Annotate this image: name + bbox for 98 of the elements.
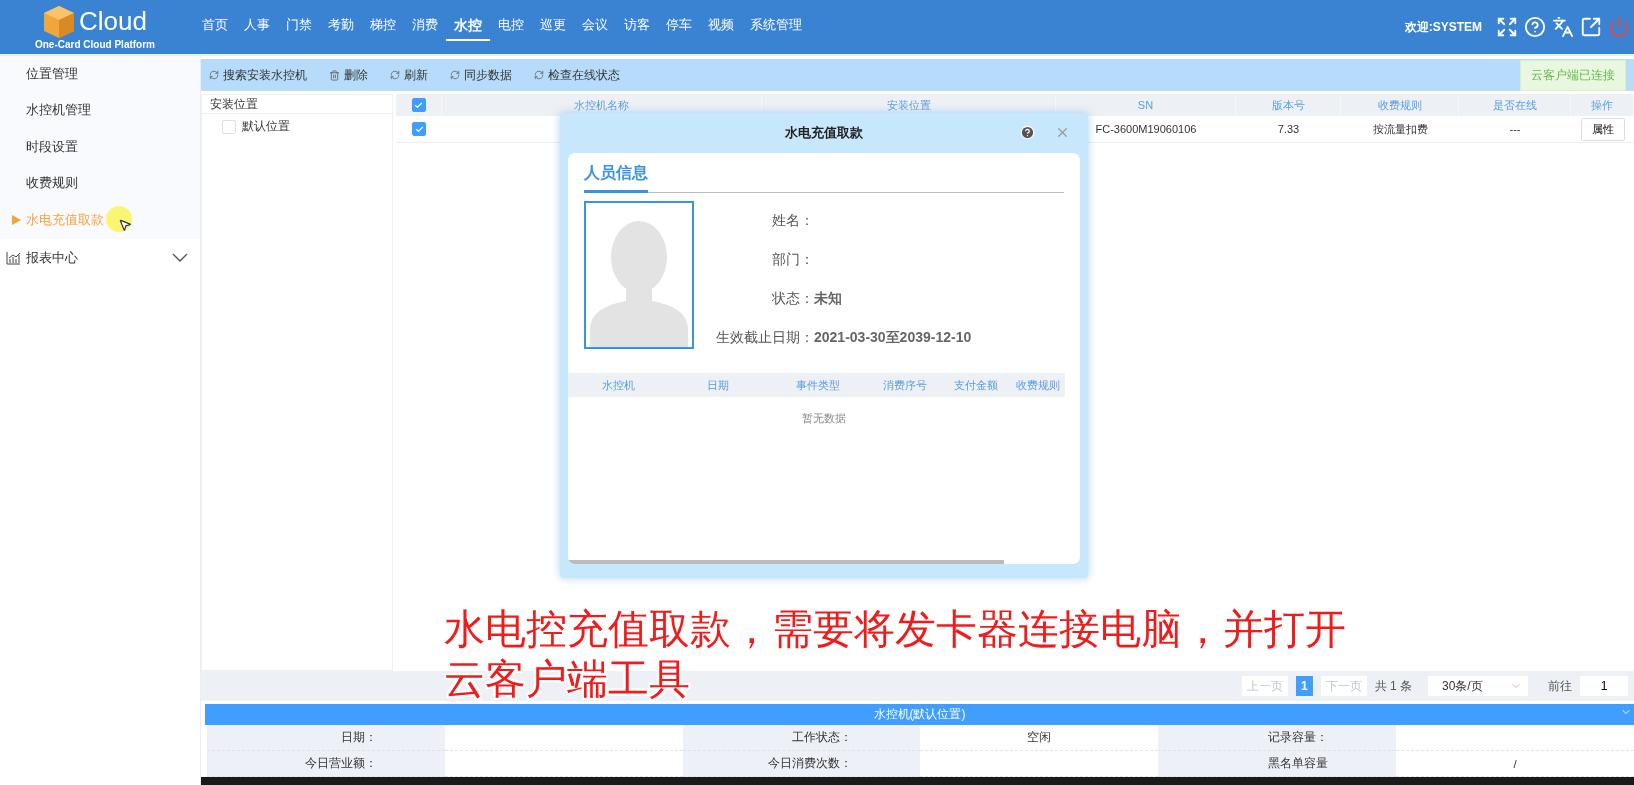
group-label: 报表中心 (26, 248, 79, 267)
column-header: 日期 (668, 373, 768, 397)
column-header: 操作 (1571, 94, 1634, 116)
column-header: 消费序号 (868, 373, 942, 397)
field-value: 2021-03-30至2039-12-10 (814, 328, 972, 347)
properties-button[interactable]: 属性 (1580, 117, 1625, 141)
detail-label: 记录容量： (1158, 725, 1397, 751)
sidebar-item[interactable]: 时段设置 (0, 129, 200, 166)
page-size-select[interactable]: 30条/页 (1428, 676, 1528, 696)
column-header: 收费规则 (1341, 94, 1459, 116)
detail-label: 日期： (207, 725, 445, 751)
nav-tab[interactable]: 首页 (194, 13, 236, 41)
toolbar-button[interactable]: 同步数据 (450, 66, 512, 84)
nav-tab[interactable]: 人事 (236, 13, 278, 41)
total-count: 共 1 条 (1374, 677, 1412, 695)
scrollbar[interactable] (568, 560, 1004, 564)
caption-line: 云客户端工具 (444, 655, 690, 704)
tab[interactable]: 人员信息 (584, 163, 648, 193)
nav-tab[interactable]: 水控 (446, 13, 490, 41)
chart-icon (6, 250, 21, 265)
nav-tab[interactable]: 视频 (700, 13, 742, 41)
field-label: 姓名： (771, 211, 814, 230)
field-label: 状态： (771, 289, 814, 308)
column-header: 支付金额 (942, 373, 1010, 397)
column-header: 水控机 (568, 373, 668, 397)
column-header: SN (1056, 94, 1236, 116)
detail-label: 今日营业额： (207, 751, 445, 777)
table-cell: 7.33 (1277, 123, 1300, 135)
external-link-icon[interactable] (1580, 16, 1602, 38)
close-icon[interactable] (1055, 125, 1070, 140)
field-value: 未知 (814, 289, 842, 308)
detail-label: 黑名单容量 (1158, 751, 1397, 777)
dialog-title: 水电充值取款 (785, 124, 863, 142)
sidebar-item[interactable]: 收费规则 (0, 165, 200, 202)
sidebar-item[interactable]: 位置管理 (0, 56, 200, 93)
nav-tab[interactable]: 门禁 (278, 13, 320, 41)
nav-tab[interactable]: 消费 (404, 13, 446, 41)
trash-icon (329, 69, 340, 81)
help-icon[interactable] (1020, 125, 1035, 140)
table-cell: FC-3600M19060106 (1095, 123, 1197, 135)
check-icon (414, 124, 424, 134)
column-header: 安装位置 (762, 94, 1056, 116)
triangle-icon (12, 215, 21, 226)
table-cell: 按流量扣费 (1372, 121, 1428, 137)
goto-page-field[interactable]: 1 (1580, 676, 1628, 696)
sidebar-group[interactable]: 报表中心 (0, 238, 200, 277)
help-icon[interactable] (1524, 16, 1546, 38)
fullscreen-icon[interactable] (1496, 16, 1518, 38)
field-label: 生效截止日期： (715, 328, 814, 347)
toolbar-button[interactable]: 删除 (329, 66, 368, 84)
toolbar-button[interactable]: 刷新 (390, 66, 428, 84)
welcome-text: 欢迎:SYSTEM (1404, 18, 1482, 36)
goto-label: 前往 (1548, 677, 1572, 695)
connection-status: 云客户端已连接 (1520, 59, 1626, 91)
detail-label: 今日消费次数： (682, 751, 921, 777)
logo-icon (43, 4, 76, 39)
check-icon (414, 100, 423, 110)
cursor-icon (106, 206, 132, 232)
sidebar-item[interactable]: 水电充值取款 (0, 202, 200, 239)
sidebar-label: 水控机管理 (26, 102, 91, 120)
nav-tab[interactable]: 系统管理 (742, 13, 810, 41)
nav-tab[interactable]: 电控 (490, 13, 532, 41)
logo-subtitle: One-Card Cloud Platform (35, 38, 155, 50)
toolbar-button[interactable]: 搜索安装水控机 (209, 66, 307, 84)
caption-line: 水电控充值取款，需要将发卡器连接电脑，并打开 (444, 605, 1346, 654)
refresh-icon (209, 70, 219, 80)
nav-tab[interactable]: 梯控 (362, 13, 404, 41)
page-button[interactable]: 1 (1295, 676, 1313, 696)
nav-tab[interactable]: 停车 (658, 13, 700, 41)
field-label: 部门： (771, 250, 814, 269)
tree-item[interactable]: 默认位置 (242, 118, 290, 135)
detail-label: 工作状态： (682, 725, 921, 751)
sidebar-label: 收费规则 (26, 175, 78, 193)
empty-text: 暂无数据 (802, 412, 846, 424)
checkbox[interactable] (411, 98, 426, 112)
refresh-icon (450, 70, 460, 80)
column-header: 版本号 (1236, 94, 1341, 116)
sidebar-label: 水电充值取款 (26, 211, 104, 229)
nav-tab[interactable]: 会议 (574, 13, 616, 41)
column-header: 收费规则 (1010, 373, 1065, 397)
column-header: 水控机名称 (442, 94, 762, 116)
translate-icon[interactable] (1552, 16, 1574, 38)
refresh-icon (534, 70, 544, 80)
refresh-icon (390, 70, 400, 80)
tree-title: 安装位置 (202, 95, 392, 114)
column-header: 事件类型 (768, 373, 868, 397)
toolbar-button[interactable]: 检查在线状态 (534, 66, 620, 84)
nav-tab[interactable]: 访客 (616, 13, 658, 41)
checkbox[interactable] (412, 122, 426, 136)
table-cell: --- (1509, 123, 1521, 135)
sidebar-label: 位置管理 (26, 65, 78, 83)
column-header: 是否在线 (1459, 94, 1571, 116)
nav-tab[interactable]: 巡更 (532, 13, 574, 41)
sidebar-item[interactable]: 水控机管理 (0, 92, 200, 129)
detail-header[interactable]: 水控机(默认位置) (205, 704, 1634, 725)
nav-tab[interactable]: 考勤 (320, 13, 362, 41)
logo-text: Cloud (79, 6, 147, 37)
sidebar-label: 时段设置 (26, 138, 78, 156)
